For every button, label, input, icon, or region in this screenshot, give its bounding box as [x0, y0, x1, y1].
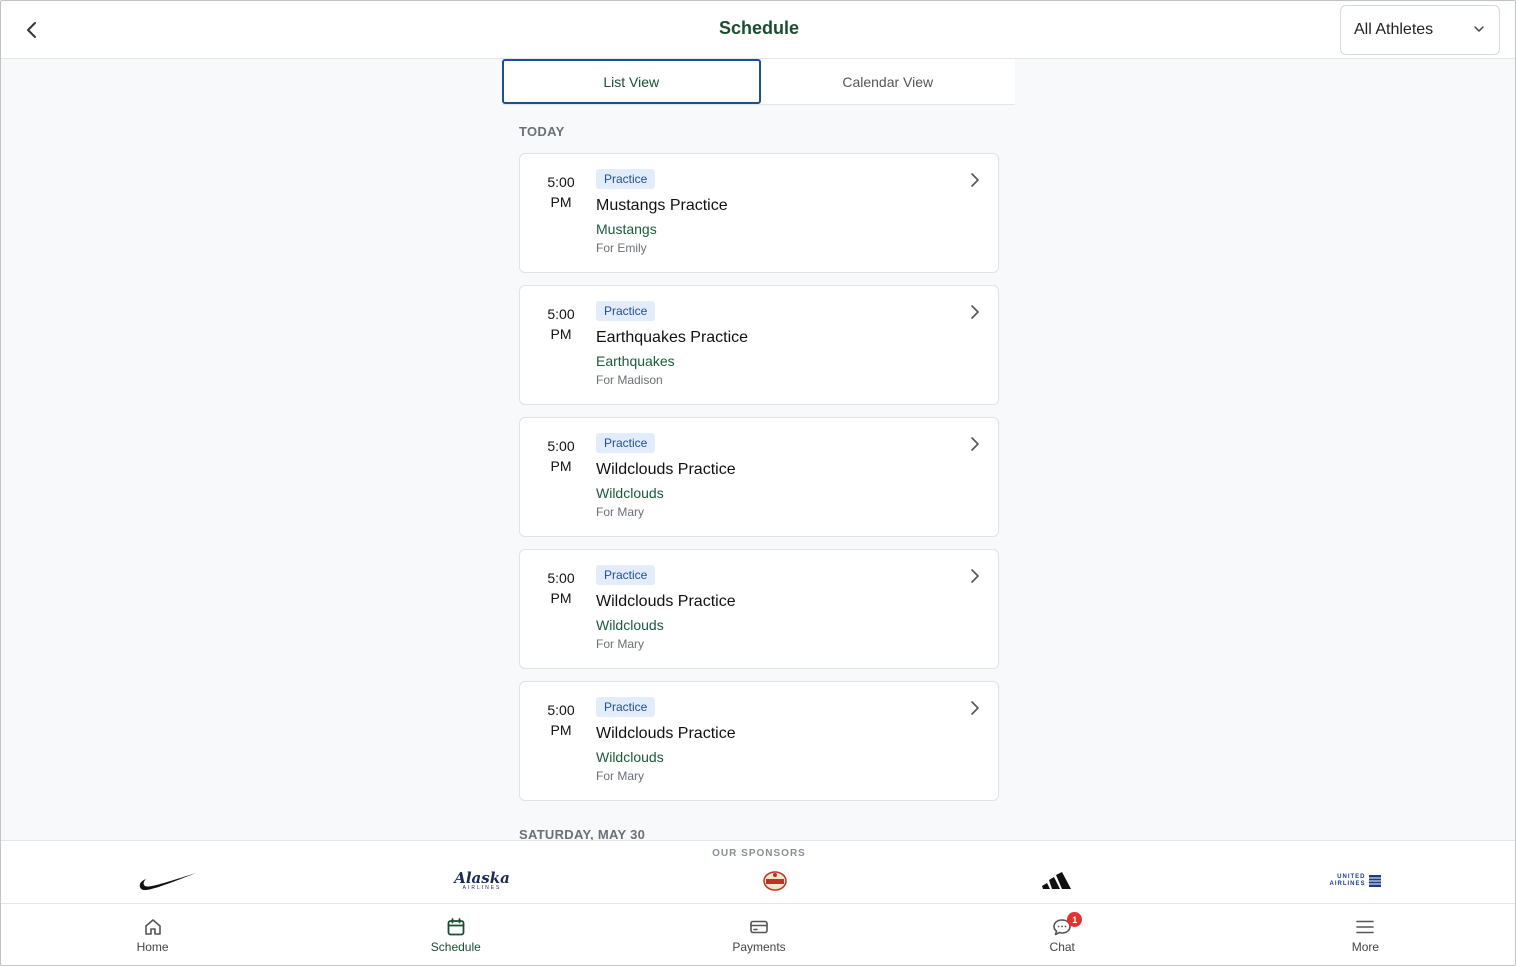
adidas-stripes-icon [1042, 872, 1071, 889]
event-card[interactable]: 5:00 PM Practice Wildclouds Practice Wild… [519, 417, 999, 537]
event-athlete: For Mary [596, 505, 644, 519]
app-window: Schedule All Athletes List View Calendar… [0, 0, 1516, 966]
event-type-badge: Practice [596, 433, 656, 453]
top-bar: Schedule All Athletes [1, 1, 1515, 59]
nav-payments-label: Payments [732, 940, 786, 954]
nav-more[interactable]: More [1214, 904, 1515, 965]
tab-list-view[interactable]: List View [502, 59, 761, 104]
athlete-filter-value: All Athletes [1354, 21, 1434, 38]
event-card[interactable]: 5:00 PM Practice Wildclouds Practice Wild… [519, 681, 999, 801]
chevron-right-icon [971, 305, 979, 319]
event-time: 5:00 PM [547, 174, 575, 210]
alaska-airlines-logo[interactable]: Alaska AIRLINES [454, 867, 510, 895]
event-team: Wildclouds [596, 485, 664, 501]
event-title: Wildclouds Practice [596, 461, 736, 478]
nav-schedule-label: Schedule [430, 940, 481, 954]
event-type-badge: Practice [596, 301, 656, 321]
calendar-icon [447, 918, 465, 936]
nav-home-label: Home [136, 940, 169, 954]
tab-calendar-view[interactable]: Calendar View [761, 59, 1016, 104]
view-tabs: List View Calendar View [502, 59, 1015, 105]
chevron-right-icon [971, 701, 979, 715]
page-title: Schedule [718, 18, 800, 38]
event-card[interactable]: 5:00 PM Practice Earthquakes Practice Ear… [519, 285, 999, 405]
chevron-right-icon [971, 173, 979, 187]
event-title: Mustangs Practice [596, 197, 728, 214]
event-athlete: For Madison [596, 373, 663, 387]
alaska-subtext: AIRLINES [462, 885, 502, 891]
chat-notification-badge: 1 [1067, 912, 1083, 927]
event-time: 5:00 PM [547, 438, 575, 474]
nike-swoosh-icon [139, 873, 196, 891]
sponsors-bar: OUR SPONSORS Alaska AIRLINES UNITED AIRL… [1, 840, 1515, 903]
chevron-right-icon [971, 437, 979, 451]
nav-chat[interactable]: 1 Chat [911, 904, 1214, 965]
event-team: Mustangs [596, 221, 657, 237]
nav-payments[interactable]: Payments [607, 904, 910, 965]
sponsor-seal-logo[interactable] [761, 867, 789, 895]
sponsors-label: OUR SPONSORS [712, 848, 806, 859]
event-team: Wildclouds [596, 617, 664, 633]
nav-schedule[interactable]: Schedule [304, 904, 607, 965]
event-type-badge: Practice [596, 697, 656, 717]
nav-chat-label: Chat [1049, 940, 1075, 954]
event-card[interactable]: 5:00 PM Practice Wildclouds Practice Wild… [519, 549, 999, 669]
united-airlines-logo[interactable]: UNITED AIRLINES [1323, 867, 1387, 895]
event-title: Wildclouds Practice [596, 725, 736, 742]
event-type-badge: Practice [596, 169, 656, 189]
nav-more-label: More [1351, 940, 1380, 954]
event-time: 5:00 PM [547, 702, 575, 738]
event-title: Wildclouds Practice [596, 593, 736, 610]
event-time: 5:00 PM [547, 570, 575, 606]
menu-icon [1356, 920, 1375, 934]
event-athlete: For Mary [596, 769, 644, 783]
card-icon [750, 920, 768, 934]
section-header-today: TODAY [519, 124, 565, 139]
chevron-right-icon [971, 569, 979, 583]
event-team: Earthquakes [596, 353, 675, 369]
athlete-filter-select[interactable]: All Athletes [1340, 5, 1500, 55]
nike-logo[interactable] [137, 867, 199, 895]
event-title: Earthquakes Practice [596, 329, 749, 346]
united-globe-icon [1368, 875, 1381, 887]
event-team: Wildclouds [596, 749, 664, 765]
seal-emblem-icon [763, 871, 787, 891]
alaska-wordmark: Alaska [454, 869, 510, 887]
event-type-badge: Practice [596, 565, 656, 585]
united-wordmark: UNITED [1337, 874, 1366, 880]
event-athlete: For Emily [596, 241, 647, 255]
bottom-navigation: Home Schedule Payments 1 Chat More [1, 903, 1515, 965]
event-card[interactable]: 5:00 PM Practice Mustangs Practice Mustan… [519, 153, 999, 273]
event-time: 5:00 PM [547, 306, 575, 342]
united-subtext: AIRLINES [1329, 881, 1366, 887]
nav-home[interactable]: Home [1, 904, 304, 965]
adidas-logo[interactable] [1039, 867, 1075, 895]
home-icon [144, 919, 161, 935]
chevron-down-icon [1474, 26, 1484, 32]
event-athlete: For Mary [596, 637, 644, 651]
